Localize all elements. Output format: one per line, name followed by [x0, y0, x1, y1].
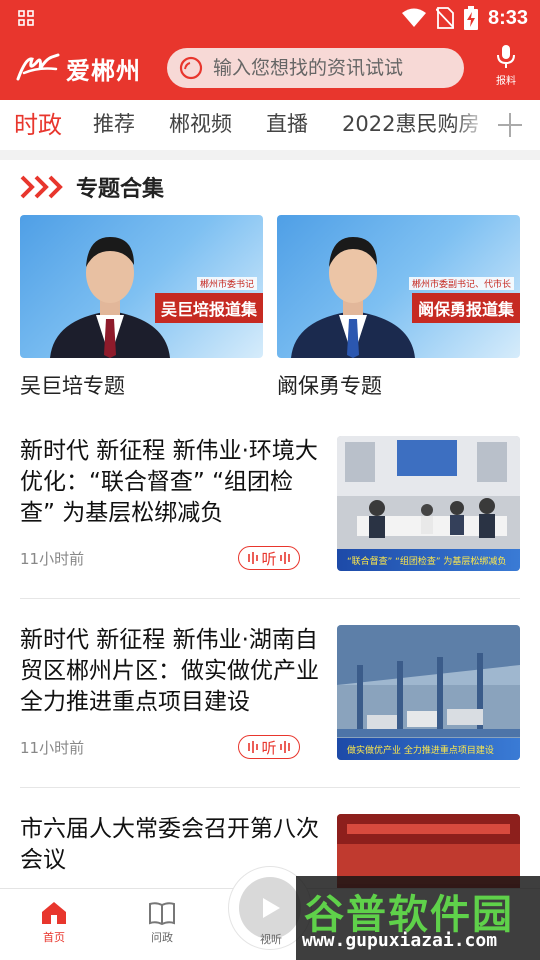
topic-name: 吴巨培专题: [20, 374, 125, 398]
topic-banner: 吴巨培报道集: [154, 293, 263, 323]
no-sim-icon: [435, 7, 454, 29]
listen-label: 听: [261, 738, 277, 757]
listen-button[interactable]: 听: [238, 735, 300, 759]
news-time: 11小时前: [20, 739, 85, 757]
sound-wave-icon: [279, 552, 290, 564]
play-icon: [263, 898, 280, 918]
listen-button[interactable]: 听: [238, 546, 300, 570]
video-play-button: [239, 877, 301, 939]
thumbnail-caption: 做实做优产业 全力推进重点项目建设: [337, 738, 520, 760]
topic-image: 郴州市委书记 吴巨培报道集: [20, 215, 263, 358]
category-tabs: 时政 推荐 郴视频 直播 2022惠民购房: [0, 100, 540, 150]
news-item[interactable]: 新时代 新征程 新伟业·环境大优化：“联合督查” “组团检查” 为基层松绑减负 …: [20, 436, 520, 576]
tab-politics[interactable]: 时政: [14, 105, 62, 140]
portrait-image: [50, 237, 170, 358]
logo-text: 爱郴州: [66, 56, 141, 85]
sound-wave-icon: [248, 552, 259, 564]
microphone-icon: [497, 45, 515, 68]
sound-wave-icon: [248, 741, 259, 753]
news-item[interactable]: 新时代 新征程 新伟业·湖南自贸区郴州片区：做实做优产业 全力推进重点项目建设 …: [20, 625, 520, 765]
search-bar[interactable]: [167, 48, 464, 88]
add-tab-button[interactable]: [480, 100, 540, 150]
report-button[interactable]: 报料: [488, 44, 524, 92]
app-header: 爱郴州 报料: [0, 36, 540, 100]
topic-card-wu[interactable]: 郴州市委书记 吴巨培报道集 吴巨培专题: [20, 215, 263, 400]
topic-card-kan[interactable]: 郴州市委副书记、代市长 阚保勇报道集 阚保勇专题: [277, 215, 520, 400]
status-bar: 8:33: [0, 0, 540, 36]
triple-chevron-icon: [20, 175, 63, 199]
home-icon: [42, 902, 66, 924]
wifi-icon: [401, 8, 426, 27]
topic-image: 郴州市委副书记、代市长 阚保勇报道集: [277, 215, 520, 358]
thumbnail-caption: “联合督查” “组团检查” 为基层松绑减负: [337, 549, 520, 571]
topic-subtitle: 郴州市委书记: [196, 277, 257, 290]
topic-name: 阚保勇专题: [277, 374, 382, 398]
grid-icon: [18, 10, 34, 26]
watermark-url: www.gupuxiazai.com: [302, 930, 498, 951]
news-time: 11小时前: [20, 550, 85, 568]
report-label: 报料: [496, 76, 516, 87]
nav-ask-politics[interactable]: 问政: [132, 901, 192, 945]
battery-charging-icon: [463, 6, 478, 30]
tab-live[interactable]: 直播: [266, 108, 308, 138]
news-thumbnail: “联合督查” “组团检查” 为基层松绑减负: [337, 436, 520, 571]
news-divider: [20, 598, 520, 599]
listen-label: 听: [261, 549, 277, 568]
section-title: 专题合集: [76, 177, 165, 202]
section-divider: [0, 150, 540, 160]
nav-label: 问政: [151, 931, 173, 944]
topic-subtitle: 郴州市委副书记、代市长: [408, 277, 514, 290]
nav-home[interactable]: 首页: [24, 901, 84, 945]
chenzhou-logo-icon: [16, 53, 60, 81]
book-icon: [149, 902, 175, 925]
plus-icon: [498, 113, 522, 137]
news-title: 新时代 新征程 新伟业·湖南自贸区郴州片区：做实做优产业 全力推进重点项目建设: [20, 627, 319, 715]
tab-recommend[interactable]: 推荐: [93, 108, 135, 138]
app-logo[interactable]: 爱郴州: [16, 50, 141, 86]
sound-wave-icon: [279, 741, 290, 753]
topic-section-header: 专题合集: [20, 170, 164, 204]
watermark: 谷普软件园 www.gupuxiazai.com: [296, 876, 540, 960]
tab-chen-video[interactable]: 郴视频: [169, 108, 232, 138]
status-time: 8:33: [487, 6, 528, 29]
news-title: 新时代 新征程 新伟业·环境大优化：“联合督查” “组团检查” 为基层松绑减负: [20, 438, 318, 526]
news-divider: [20, 787, 520, 788]
search-icon: [179, 56, 203, 80]
news-thumbnail: 做实做优产业 全力推进重点项目建设: [337, 625, 520, 760]
search-input[interactable]: [213, 57, 463, 79]
topic-banner: 阚保勇报道集: [411, 293, 520, 323]
nav-label: 首页: [43, 931, 65, 944]
